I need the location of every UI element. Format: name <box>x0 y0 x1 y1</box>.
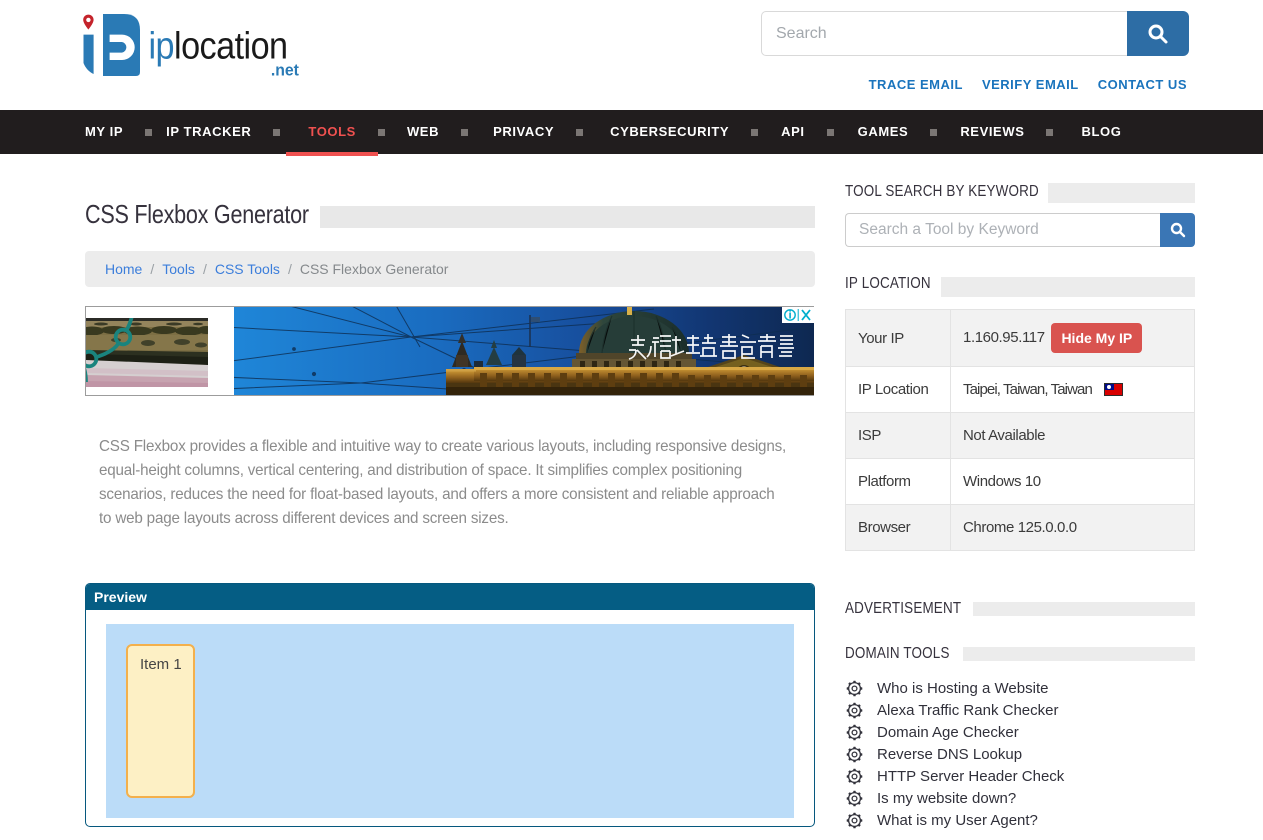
svg-text:.net: .net <box>271 61 300 80</box>
svg-text:iplocation: iplocation <box>149 24 288 67</box>
